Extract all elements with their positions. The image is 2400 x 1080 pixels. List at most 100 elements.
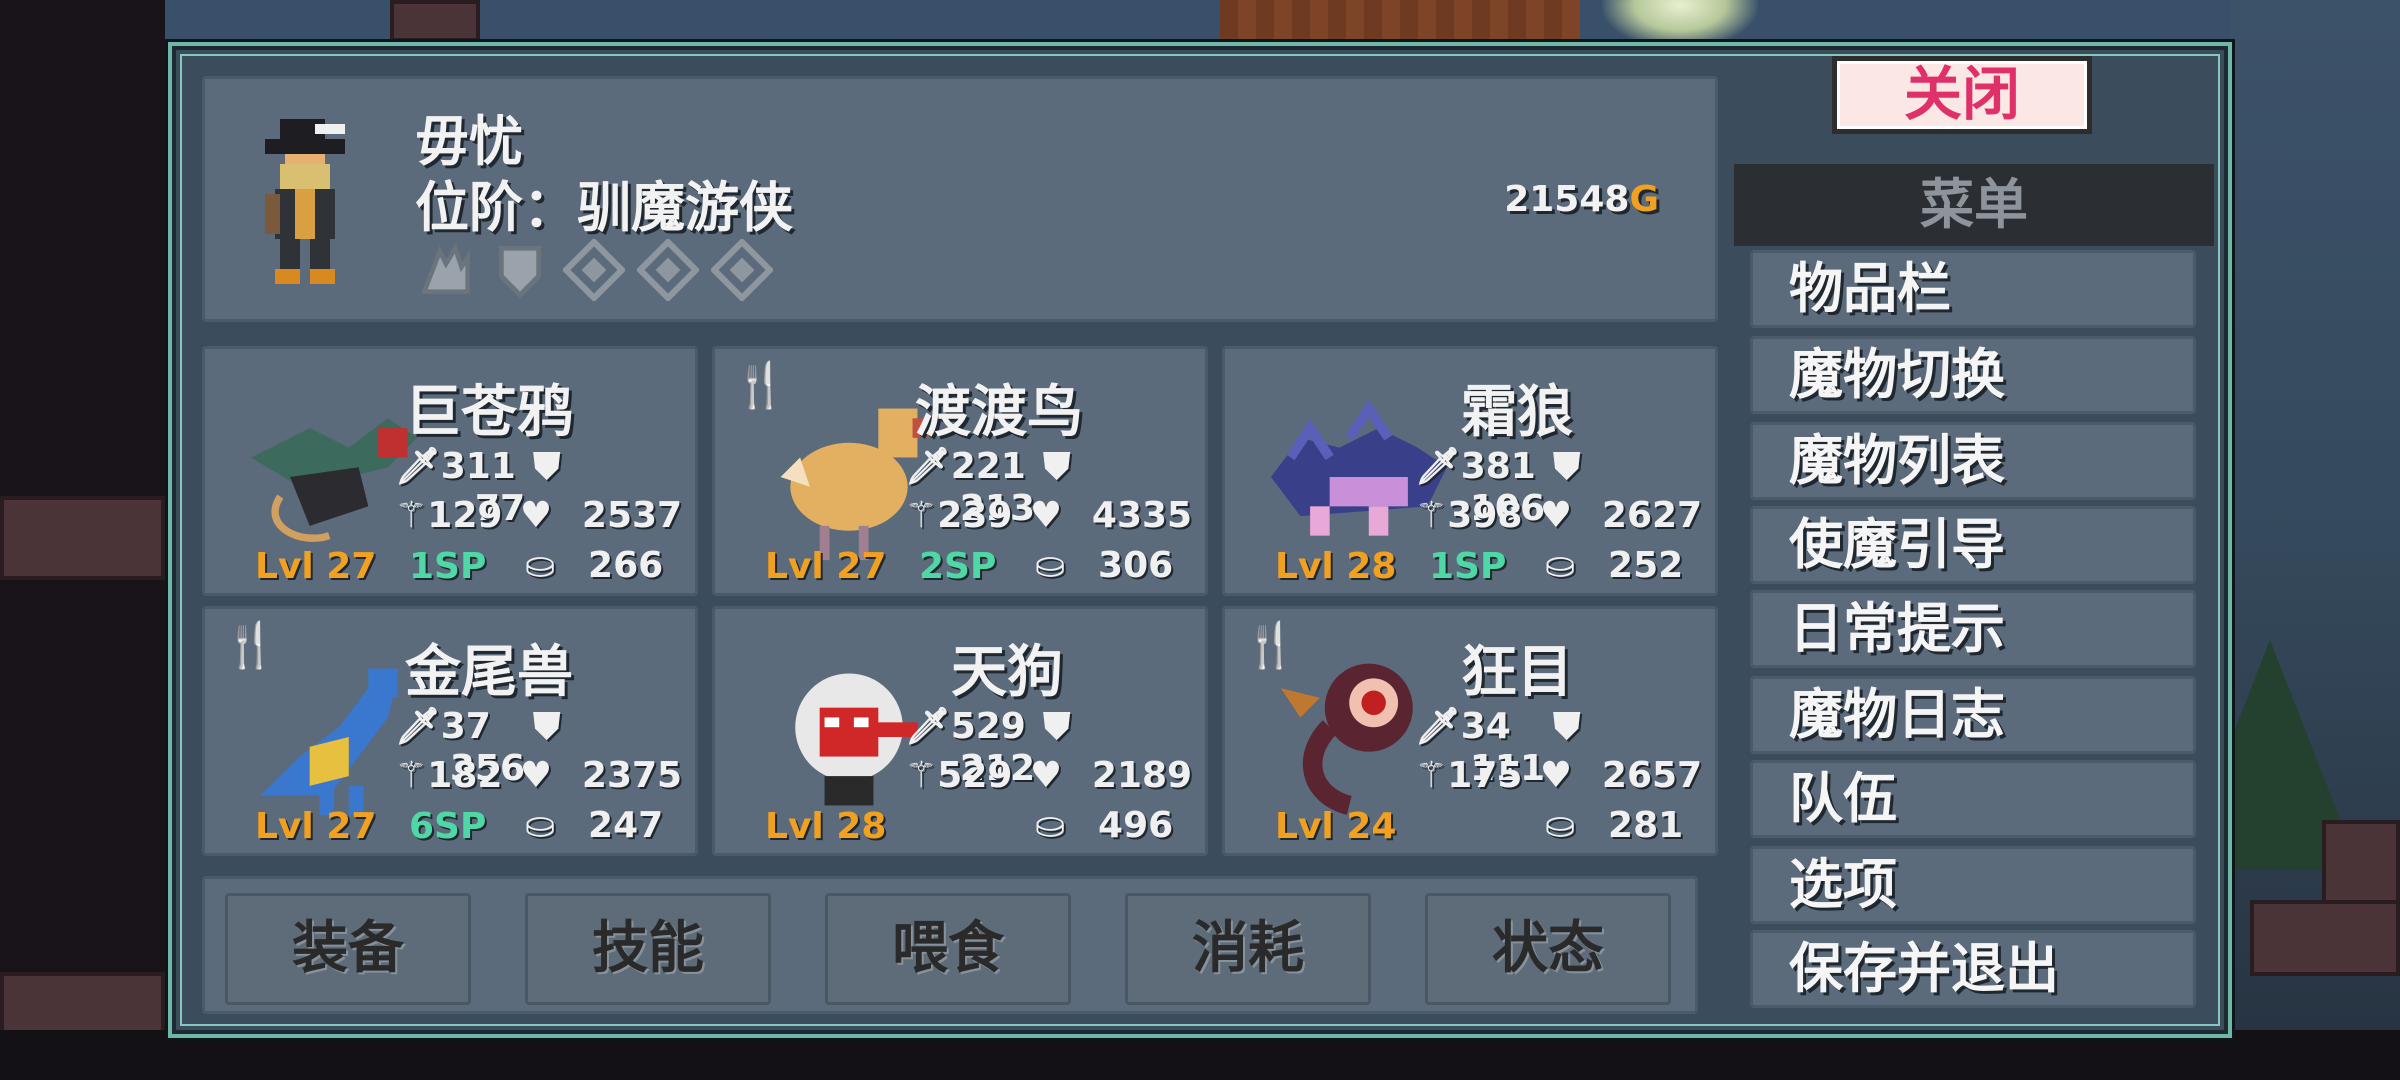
player-rank: 位阶：驯魔游侠 <box>415 176 793 239</box>
wand-icon: ⚚ <box>1415 755 1448 796</box>
menu-item-options[interactable]: 选项 <box>1750 846 2196 924</box>
health-value: 2657 <box>1601 755 1703 796</box>
monster-card-2[interactable]: 🍴 渡渡鸟 🗡221 ⛊213 ⚚239 ♥ 4335 ⛀ 306 Lvl 27 2… <box>712 346 1208 596</box>
diamond-key-icon <box>637 239 699 301</box>
attack-value: 37 <box>440 706 491 747</box>
mana-value: 281 <box>1608 805 1684 846</box>
claw-key-icon <box>420 242 471 295</box>
monster-level: Lvl 27 <box>765 546 887 587</box>
menu-title: 菜单 <box>1734 164 2214 246</box>
background-brick <box>0 496 165 580</box>
monster-name: 渡渡鸟 <box>915 380 1083 445</box>
sword-icon: 🗡 <box>905 706 951 747</box>
monster-card-4[interactable]: 🍴 金尾兽 🗡37 ⛊356 ⚚182 ♥ 2375 ⛀ 247 Lvl 27 6S… <box>202 606 698 856</box>
sword-icon: 🗡 <box>905 446 951 487</box>
mana-icon: ⛀ <box>525 805 556 846</box>
background-roof <box>1220 0 1580 42</box>
player-avatar <box>265 119 345 284</box>
mana-icon: ⛀ <box>525 545 556 586</box>
skill-points: 1SP <box>409 546 487 587</box>
skills-button[interactable]: 技能 <box>525 893 771 1005</box>
shield-icon: ⛊ <box>1553 446 1581 487</box>
diamond-key-icon <box>711 239 773 301</box>
menu-item-monster-list[interactable]: 魔物列表 <box>1750 422 2196 500</box>
magic-value: 182 <box>427 755 503 796</box>
heart-icon: ♥ <box>1029 755 1063 796</box>
background-brick <box>390 0 480 42</box>
gold-unit: G <box>1629 179 1659 220</box>
mana-icon: ⛀ <box>1545 545 1576 586</box>
mana-value: 496 <box>1098 805 1174 846</box>
stat-row-magic: ⚚129 ♥ 2537 <box>395 495 685 536</box>
stat-row-magic: ⚚529 ♥ 2189 <box>905 755 1195 796</box>
player-info-panel: 毋忧 位阶：驯魔游侠 21548G <box>202 76 1718 322</box>
monster-name: 霜狼 <box>1461 380 1573 445</box>
mana-icon: ⛀ <box>1035 805 1066 846</box>
menu-item-monster-switch[interactable]: 魔物切换 <box>1750 336 2196 414</box>
stat-row-mana: ⛀ 281 <box>1415 805 1705 846</box>
monster-level: Lvl 24 <box>1275 806 1397 847</box>
monster-level: Lvl 28 <box>765 806 887 847</box>
feed-button[interactable]: 喂食 <box>825 893 1071 1005</box>
stat-row-mana: ⛀ 496 <box>905 805 1195 846</box>
attack-value: 529 <box>950 706 1026 747</box>
close-button[interactable]: 关闭 <box>1832 56 2092 134</box>
menu-item-inventory[interactable]: 物品栏 <box>1750 250 2196 328</box>
menu-item-save-and-quit[interactable]: 保存并退出 <box>1750 930 2196 1008</box>
magic-value: 529 <box>937 755 1013 796</box>
shield-key-icon <box>499 245 541 299</box>
monster-card-3[interactable]: 霜狼 🗡381 ⛊106 ⚚398 ♥ 2627 ⛀ 252 Lvl 28 1SP <box>1222 346 1718 596</box>
monster-level: Lvl 27 <box>255 806 377 847</box>
menu-item-party[interactable]: 队伍 <box>1750 760 2196 838</box>
skill-points: 1SP <box>1429 546 1507 587</box>
attack-value: 34 <box>1460 706 1511 747</box>
heart-icon: ♥ <box>519 755 553 796</box>
monster-level: Lvl 28 <box>1275 546 1397 587</box>
wand-icon: ⚚ <box>395 495 428 536</box>
wand-icon: ⚚ <box>905 755 938 796</box>
heart-icon: ♥ <box>519 495 553 536</box>
monster-card-5[interactable]: 天狗 🗡529 ⛊212 ⚚529 ♥ 2189 ⛀ 496 Lvl 28 <box>712 606 1208 856</box>
magic-value: 175 <box>1447 755 1523 796</box>
monster-name: 狂目 <box>1461 640 1573 705</box>
mana-value: 252 <box>1608 545 1684 586</box>
action-bar: 装备 技能 喂食 消耗 状态 <box>202 876 1698 1014</box>
monster-level: Lvl 27 <box>255 546 377 587</box>
diamond-key-icon <box>563 239 625 301</box>
wand-icon: ⚚ <box>905 495 938 536</box>
sword-icon: 🗡 <box>1415 446 1461 487</box>
background-brick <box>2250 900 2400 976</box>
shield-icon: ⛊ <box>533 446 561 487</box>
magic-value: 129 <box>427 495 503 536</box>
monster-name: 金尾兽 <box>405 640 573 705</box>
shield-icon: ⛊ <box>1043 706 1071 747</box>
menu-item-familiar-guide[interactable]: 使魔引导 <box>1750 506 2196 584</box>
attack-value: 311 <box>440 446 516 487</box>
equip-button[interactable]: 装备 <box>225 893 471 1005</box>
stat-row-magic: ⚚398 ♥ 2627 <box>1415 495 1705 536</box>
monster-card-1[interactable]: 巨苍鸦 🗡311 ⛊77 ⚚129 ♥ 2537 ⛀ 266 Lvl 27 1SP <box>202 346 698 596</box>
sword-icon: 🗡 <box>395 446 441 487</box>
sword-icon: 🗡 <box>1415 706 1461 747</box>
health-value: 2627 <box>1601 495 1703 536</box>
monster-card-6[interactable]: 🍴 狂目 🗡34 ⛊111 ⚚175 ♥ 2657 ⛀ 281 Lvl 24 <box>1222 606 1718 856</box>
consume-button[interactable]: 消耗 <box>1125 893 1371 1005</box>
heart-icon: ♥ <box>1539 495 1573 536</box>
mana-value: 247 <box>588 805 664 846</box>
health-value: 4335 <box>1091 495 1193 536</box>
stat-row-magic: ⚚175 ♥ 2657 <box>1415 755 1705 796</box>
health-value: 2537 <box>581 495 683 536</box>
attack-value: 221 <box>950 446 1026 487</box>
menu-item-daily-tips[interactable]: 日常提示 <box>1750 590 2196 668</box>
gold-counter: 21548G <box>1504 179 1659 220</box>
status-button[interactable]: 状态 <box>1425 893 1671 1005</box>
skill-points: 6SP <box>409 806 487 847</box>
stat-row-magic: ⚚182 ♥ 2375 <box>395 755 685 796</box>
mana-value: 306 <box>1098 545 1174 586</box>
sword-icon: 🗡 <box>395 706 441 747</box>
menu-item-monster-journal[interactable]: 魔物日志 <box>1750 676 2196 754</box>
mana-icon: ⛀ <box>1035 545 1066 586</box>
heart-icon: ♥ <box>1029 495 1063 536</box>
heart-icon: ♥ <box>1539 755 1573 796</box>
shield-icon: ⛊ <box>1043 446 1071 487</box>
